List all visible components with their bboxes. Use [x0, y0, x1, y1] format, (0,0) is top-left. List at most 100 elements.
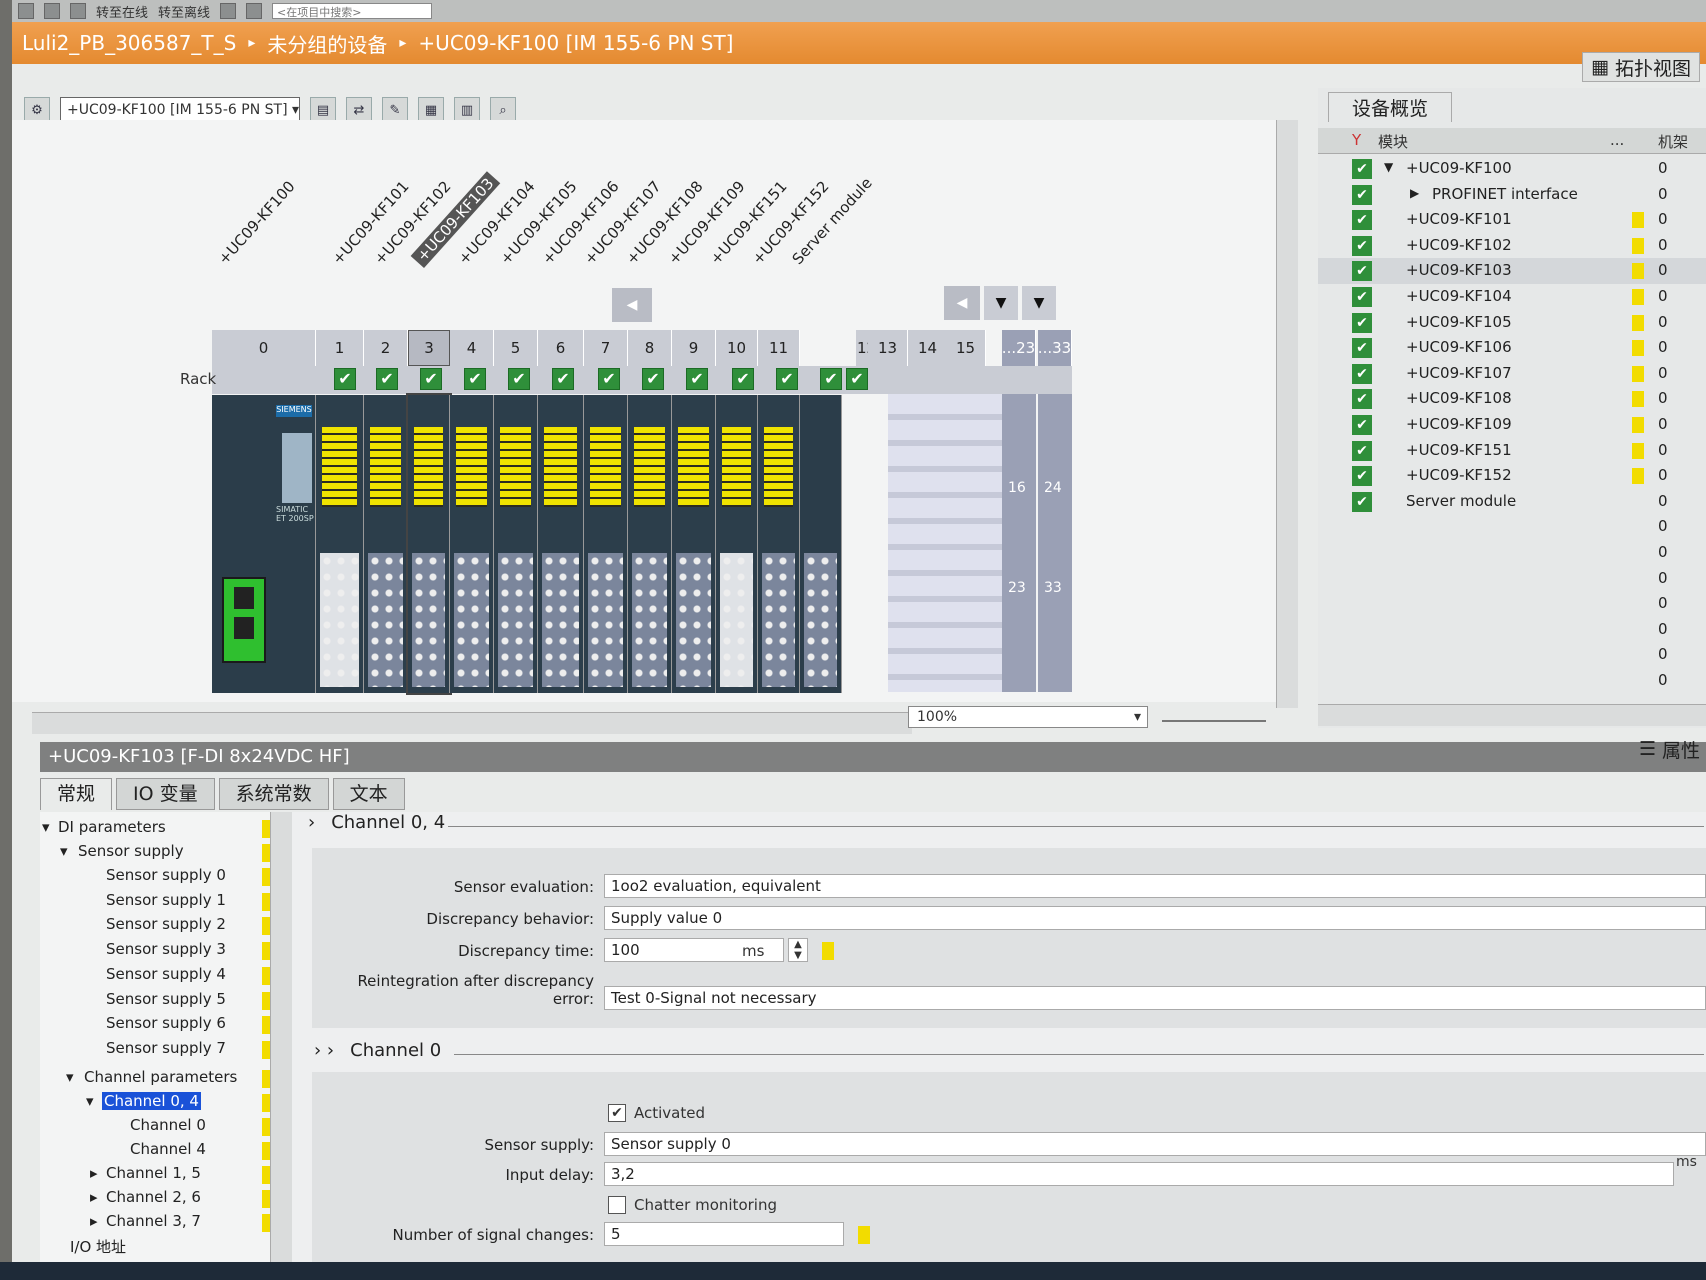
tree-collapsed-icon[interactable]: ▸ [90, 1212, 98, 1230]
tree-sensor-supply-item[interactable]: Sensor supply 7 [106, 1039, 226, 1057]
tree-expanded-icon[interactable]: ▾ [60, 842, 68, 860]
breadcrumb-device[interactable]: +UC09-KF100 [IM 155-6 PN ST] [418, 31, 733, 55]
rack-slot-header[interactable]: 11 [758, 330, 800, 366]
overview-row[interactable]: ✔ +UC09-KF108 0 [1318, 386, 1706, 412]
chatter-monitoring-checkbox[interactable] [608, 1196, 626, 1214]
sensor-evaluation-select[interactable]: 1oo2 evaluation, equivalent [604, 874, 1706, 898]
rack-slot-header[interactable]: 15 [946, 330, 986, 366]
rack-slot-header[interactable]: 8 [628, 330, 672, 366]
overview-row[interactable]: ✔ ▶ PROFINET interface 0 [1318, 182, 1706, 208]
tree-sensor-supply-item[interactable]: Sensor supply 4 [106, 965, 226, 983]
tree-collapsed-icon[interactable]: ▸ [90, 1188, 98, 1206]
tree-expanded-icon[interactable]: ▾ [66, 1068, 74, 1086]
overview-row[interactable]: 0 [1318, 668, 1706, 694]
tree-expanded-icon[interactable]: ▼ [1384, 160, 1393, 174]
tree-sensor-supply-item[interactable]: Sensor supply 5 [106, 990, 226, 1008]
col-dots[interactable]: ... [1610, 131, 1624, 149]
window-icon[interactable] [246, 3, 263, 19]
device-overview-tab[interactable]: 设备概览 [1328, 92, 1452, 122]
io-module[interactable] [758, 395, 800, 693]
tree-channel-1-5[interactable]: Channel 1, 5 [106, 1164, 201, 1182]
topology-view-button[interactable]: ▦ 拓扑视图 [1582, 52, 1700, 82]
overview-row[interactable]: 0 [1318, 617, 1706, 643]
breadcrumb-group[interactable]: 未分组的设备 [267, 29, 387, 58]
overview-row[interactable]: ✔ Server module 0 [1318, 489, 1706, 515]
overview-row[interactable]: ✔ +UC09-KF151 0 [1318, 438, 1706, 464]
overview-row[interactable]: 0 [1318, 591, 1706, 617]
section-channel-0-4-header[interactable]: › Channel 0, 4 [308, 812, 445, 833]
tree-channel-0-4[interactable]: Channel 0, 4 [102, 1092, 201, 1110]
io-module[interactable] [628, 395, 672, 693]
section-channel-0-header[interactable]: › › Channel 0 [314, 1040, 441, 1061]
tab-io-tags[interactable]: IO 变量 [116, 778, 215, 810]
rack-slot-header[interactable]: ...23 [1002, 330, 1036, 366]
help-icon[interactable] [220, 3, 237, 19]
save-icon[interactable] [44, 3, 60, 19]
overview-row[interactable]: ✔ +UC09-KF101 0 [1318, 207, 1706, 233]
tree-sensor-supply-item[interactable]: Sensor supply 6 [106, 1014, 226, 1032]
tree-channel-parameters[interactable]: Channel parameters [84, 1068, 237, 1086]
canvas-vertical-scrollbar[interactable] [1276, 120, 1298, 708]
tree-sensor-supply-item[interactable]: Sensor supply 3 [106, 940, 226, 958]
tree-scrollbar[interactable] [270, 812, 292, 1262]
rack-slot-header[interactable]: 14 [908, 330, 948, 366]
overview-row[interactable]: ✔ +UC09-KF104 0 [1318, 284, 1706, 310]
tree-channel-4[interactable]: Channel 4 [130, 1140, 206, 1158]
overview-row[interactable]: 0 [1318, 540, 1706, 566]
io-module[interactable] [716, 395, 758, 693]
io-module[interactable] [364, 395, 408, 693]
rack-slot-header[interactable]: 13 [868, 330, 908, 366]
stepper-icon[interactable]: ▲ ▼ [788, 938, 808, 962]
overview-row[interactable]: 0 [1318, 642, 1706, 668]
canvas-horizontal-scrollbar[interactable] [32, 712, 912, 734]
tree-channel-3-7[interactable]: Channel 3, 7 [106, 1212, 201, 1230]
rack-slot-header[interactable]: 9 [672, 330, 716, 366]
tab-general[interactable]: 常规 [40, 778, 113, 810]
overview-row[interactable]: ✔ +UC09-KF105 0 [1318, 310, 1706, 336]
col-rack[interactable]: 机架 [1658, 131, 1688, 152]
tree-di-parameters[interactable]: DI parameters [58, 818, 166, 836]
tree-sensor-supply-item[interactable]: Sensor supply 0 [106, 866, 226, 884]
io-module[interactable] [584, 395, 628, 693]
tab-system-constants[interactable]: 系统常数 [218, 778, 329, 810]
overview-row[interactable]: ✔ +UC09-KF109 0 [1318, 412, 1706, 438]
tree-io-address[interactable]: I/O 地址 [70, 1236, 126, 1257]
rack-slot-header[interactable]: 6 [538, 330, 584, 366]
rack-slot-header[interactable]: 0 [212, 330, 316, 366]
tab-texts[interactable]: 文本 [332, 778, 405, 810]
project-search-input[interactable]: <在项目中搜索> [272, 3, 433, 19]
rack-slot-header[interactable]: 1 [316, 330, 364, 366]
zoom-select[interactable]: 100% ▾ [908, 706, 1148, 728]
io-module[interactable] [316, 395, 364, 693]
rack-slot-header[interactable]: 10 [716, 330, 758, 366]
reintegration-select[interactable]: Test 0-Signal not necessary [604, 986, 1706, 1010]
print-icon[interactable] [70, 3, 86, 19]
rack-slot-header[interactable]: 7 [584, 330, 628, 366]
overview-row[interactable]: ✔ +UC09-KF152 0 [1318, 463, 1706, 489]
go-offline-button[interactable]: 转至离线 [158, 2, 210, 21]
overview-row[interactable]: ✔ +UC09-KF106 0 [1318, 335, 1706, 361]
overview-row[interactable]: ✔ +UC09-KF107 0 [1318, 361, 1706, 387]
tree-sensor-supply[interactable]: Sensor supply [78, 842, 184, 860]
activated-checkbox[interactable]: ✔ [608, 1104, 626, 1122]
zoom-slider[interactable] [1162, 714, 1266, 722]
rack-slot-header[interactable]: 2 [364, 330, 408, 366]
overview-row[interactable]: 0 [1318, 566, 1706, 592]
rack-slot-header[interactable]: 5 [494, 330, 538, 366]
io-module[interactable] [406, 393, 452, 695]
scroll-left-icon[interactable]: ◀ [612, 288, 652, 322]
tree-collapsed-icon[interactable]: ▶ [1410, 186, 1419, 200]
go-online-button[interactable]: 转至在线 [96, 2, 148, 21]
expand-down-icon[interactable]: ▼ [984, 286, 1018, 320]
tree-expanded-icon[interactable]: ▾ [42, 818, 50, 836]
input-delay-select[interactable]: 3,2 [604, 1162, 1674, 1186]
expand-down-icon[interactable]: ▼ [1022, 286, 1056, 320]
discrepancy-behavior-select[interactable]: Supply value 0 [604, 906, 1706, 930]
tree-channel-2-6[interactable]: Channel 2, 6 [106, 1188, 201, 1206]
signal-changes-input[interactable]: 5 [604, 1222, 844, 1246]
tree-sensor-supply-item[interactable]: Sensor supply 2 [106, 915, 226, 933]
overview-row[interactable]: ✔ ▼ +UC09-KF100 0 [1318, 156, 1706, 182]
tree-sensor-supply-item[interactable]: Sensor supply 1 [106, 891, 226, 909]
overview-row[interactable]: ✔ +UC09-KF103 0 [1318, 258, 1706, 285]
io-module[interactable] [672, 395, 716, 693]
